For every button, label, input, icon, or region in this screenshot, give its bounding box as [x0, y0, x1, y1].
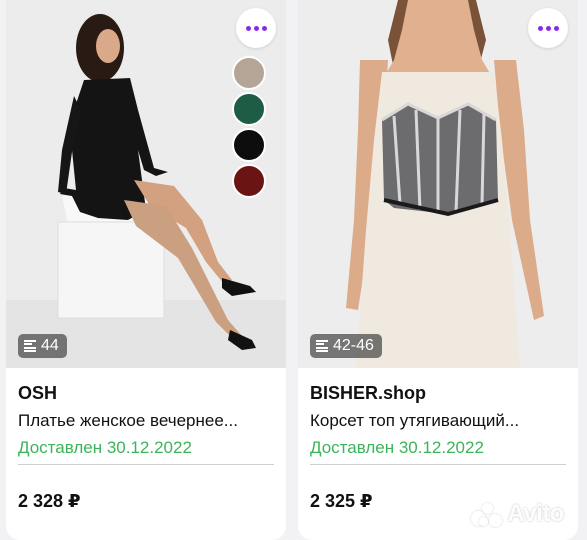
seller-name[interactable]: OSH — [18, 382, 278, 404]
seller-name[interactable]: BISHER.shop — [310, 382, 570, 404]
size-ruler-icon — [316, 339, 328, 353]
more-dots-icon — [537, 25, 543, 31]
listing-grid: 44 OSH Платье женское вечернее... Достав… — [0, 0, 587, 540]
delivery-status: Доставлен 30.12.2022 — [310, 438, 484, 457]
price: 2 328 ₽ — [18, 491, 81, 511]
avito-logo-icon — [469, 501, 503, 527]
price: 2 325 ₽ — [310, 491, 373, 511]
avito-watermark: Avito — [469, 500, 564, 528]
color-swatch[interactable] — [232, 164, 266, 198]
divider — [310, 464, 566, 465]
color-swatches — [232, 56, 268, 200]
color-swatch[interactable] — [232, 128, 266, 162]
size-ruler-icon — [24, 339, 36, 353]
listing-title[interactable]: Платье женское вечернее... — [18, 410, 278, 432]
listing-info: OSH Платье женское вечернее... Доставлен… — [18, 382, 278, 459]
size-badge: 44 — [18, 334, 67, 358]
product-photo[interactable]: 44 — [6, 0, 286, 368]
size-badge: 42-46 — [310, 334, 382, 358]
color-swatch[interactable] — [232, 92, 266, 126]
more-options-button[interactable] — [236, 8, 276, 48]
color-swatch[interactable] — [232, 56, 266, 90]
more-dots-icon — [245, 25, 251, 31]
divider — [18, 464, 274, 465]
delivery-status: Доставлен 30.12.2022 — [18, 438, 192, 457]
listing-title[interactable]: Корсет топ утягивающий... — [310, 410, 570, 432]
more-options-button[interactable] — [528, 8, 568, 48]
listing-info: BISHER.shop Корсет топ утягивающий... До… — [310, 382, 570, 459]
product-photo[interactable]: 42-46 — [298, 0, 578, 368]
watermark-text: Avito — [507, 500, 564, 527]
size-label: 42-46 — [333, 337, 374, 354]
size-label: 44 — [41, 337, 59, 354]
listing-card[interactable]: 44 OSH Платье женское вечернее... Достав… — [6, 0, 286, 540]
listing-card[interactable]: 42-46 BISHER.shop Корсет топ утягивающий… — [298, 0, 578, 540]
